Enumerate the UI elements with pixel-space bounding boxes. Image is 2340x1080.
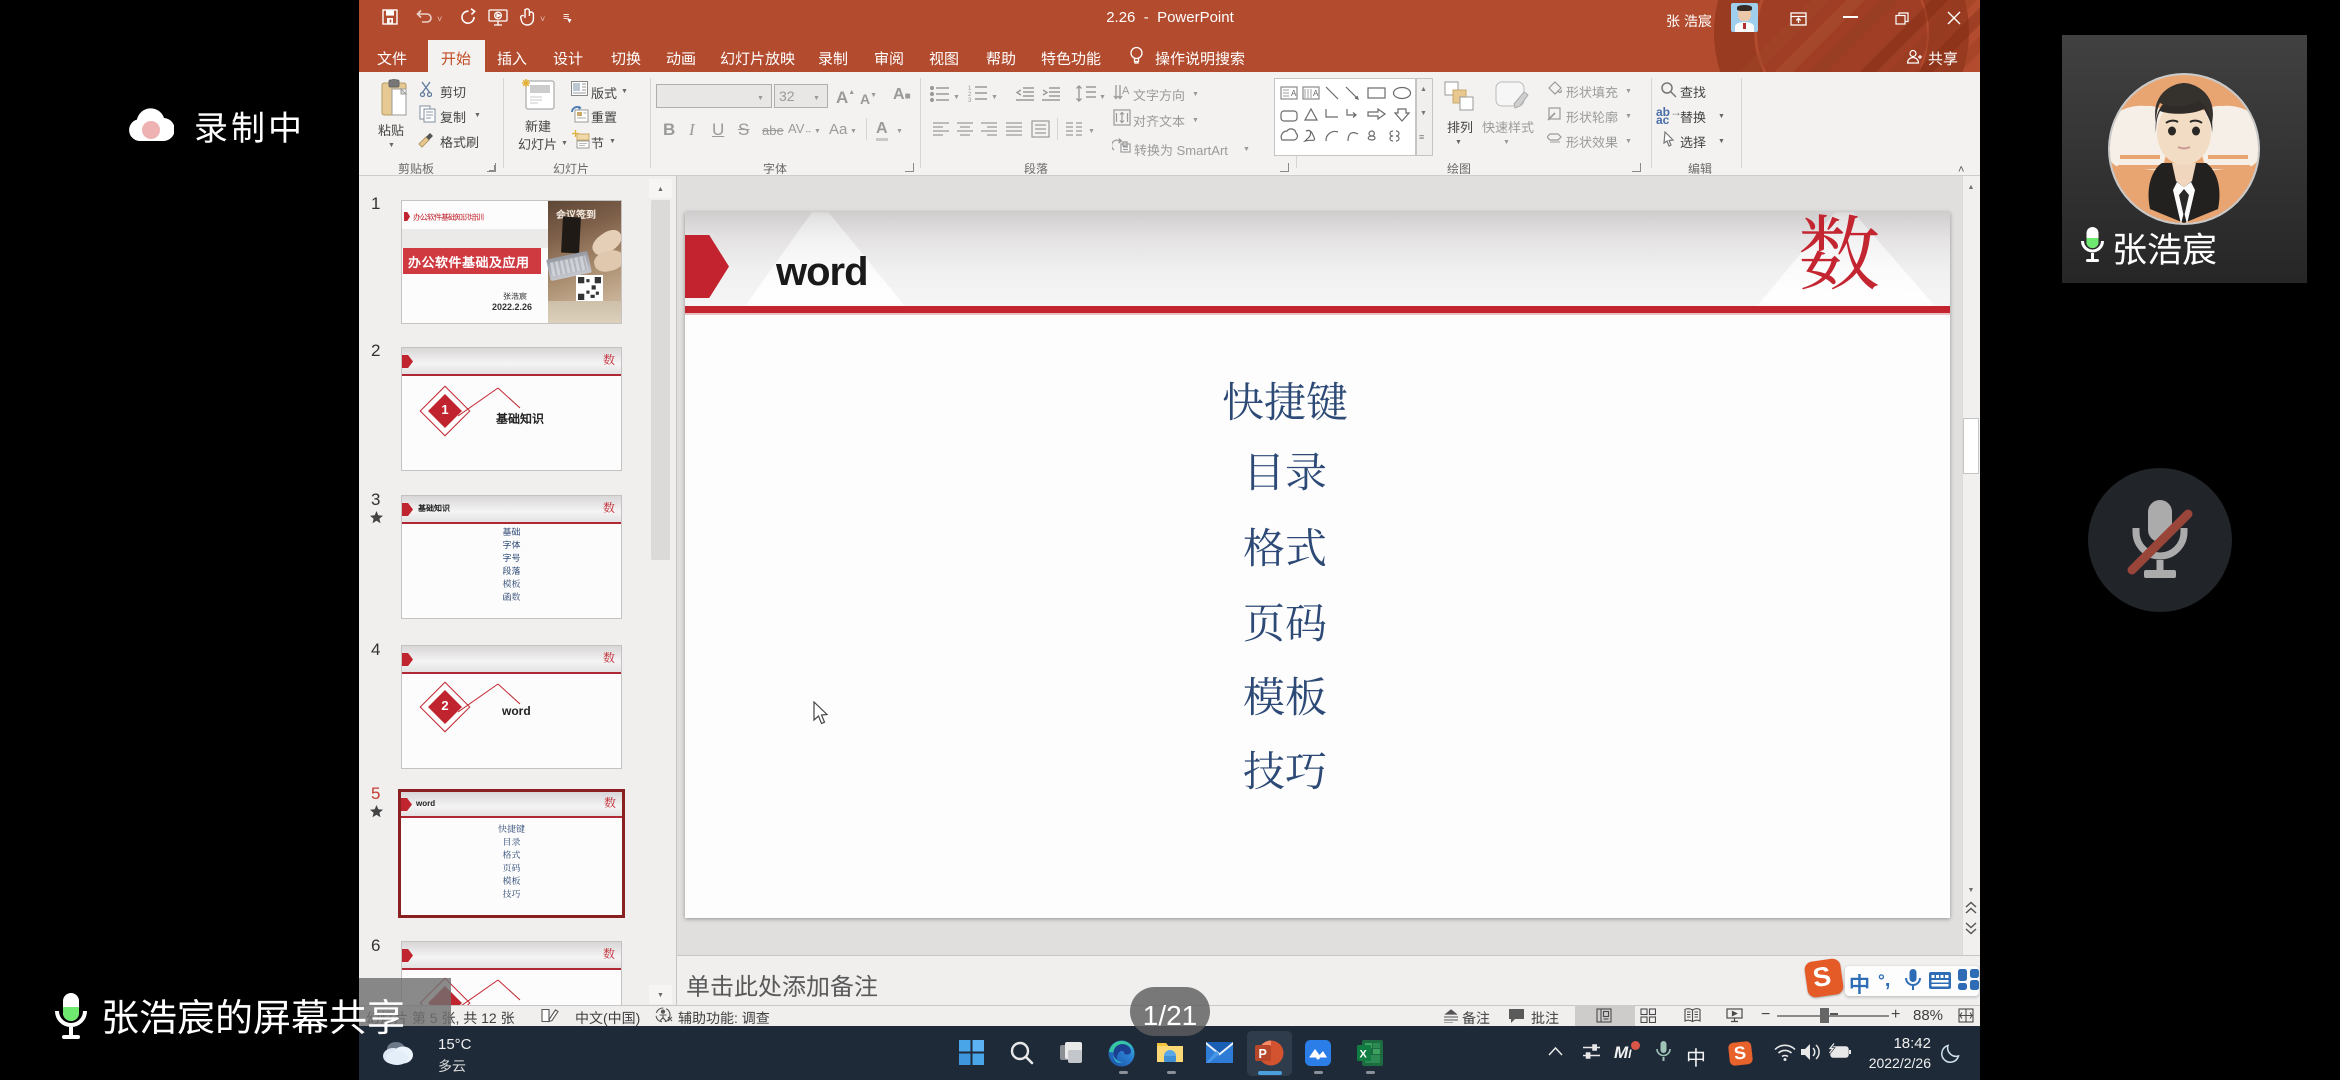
- svg-text:X: X: [1360, 1049, 1368, 1061]
- svg-text:A: A: [1291, 89, 1297, 98]
- svg-text:A: A: [1122, 85, 1130, 97]
- svg-text:P: P: [1259, 1047, 1267, 1061]
- svg-text:A: A: [1313, 89, 1319, 98]
- svg-text:3: 3: [968, 98, 972, 102]
